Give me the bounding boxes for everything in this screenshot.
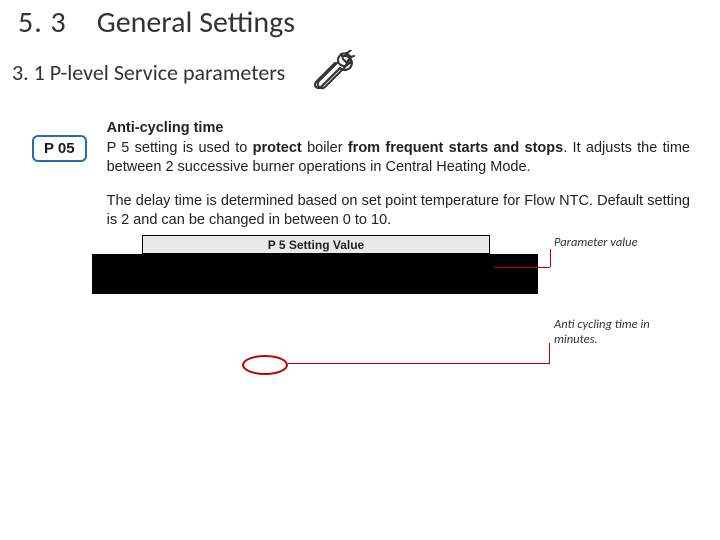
parameter-badge: P 05 [32, 135, 87, 162]
parameter-title: Anti-cycling time [107, 119, 690, 139]
setting-value-body [92, 254, 538, 294]
callout-label-anti-cycling: Anti cycling time in minutes. [554, 317, 694, 347]
callout-oval-icon [242, 355, 288, 375]
subsection-header: 3. 1 P-level Service parameters [0, 41, 720, 105]
subsection-title: 3. 1 P-level Service parameters [12, 59, 285, 86]
wrench-icon [303, 49, 361, 95]
parameter-text-2: The delay time is determined based on se… [107, 192, 690, 231]
callout-label-parameter-value: Parameter value [554, 235, 684, 250]
page-header: 5. 3 General Settings [0, 4, 720, 41]
parameter-code: P 05 [32, 135, 87, 162]
callout-leader-bottom-v [549, 343, 550, 364]
parameter-description: Anti-cycling time P 5 setting is used to… [107, 119, 690, 231]
txt: P 5 setting is used to [107, 140, 253, 156]
parameter-text-1: P 5 setting is used to protect boiler fr… [107, 140, 690, 176]
callout-leader-bottom-h [288, 363, 550, 364]
setting-value-header: P 5 Setting Value [142, 235, 490, 254]
txt-bold: from frequent starts and stops [348, 140, 563, 156]
section-number: 5. 3 [18, 4, 67, 41]
setting-value-figure: P 5 Setting Value Parameter value Anti c… [92, 235, 690, 395]
section-title: General Settings [97, 4, 295, 41]
txt: boiler [302, 140, 348, 156]
parameter-row: P 05 Anti-cycling time P 5 setting is us… [0, 105, 720, 231]
txt-bold: protect [253, 140, 302, 156]
